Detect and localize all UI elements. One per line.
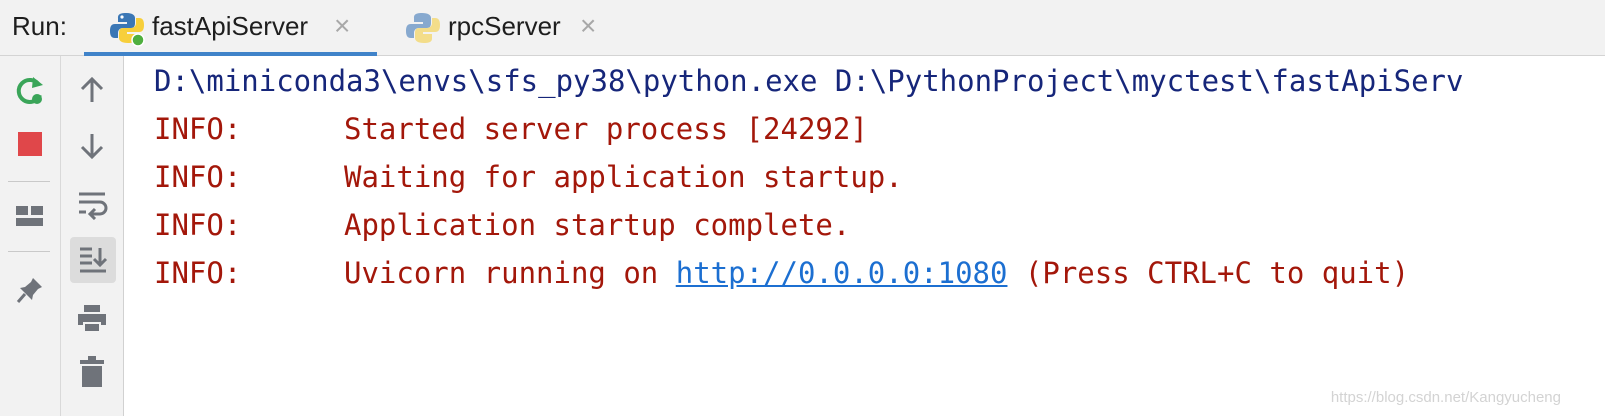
scroll-to-end-icon xyxy=(80,247,108,273)
tab-rpcserver[interactable]: rpcServer × xyxy=(404,0,614,55)
soft-wrap-icon xyxy=(79,192,108,220)
log-level: INFO: xyxy=(154,160,242,194)
toolbar-divider xyxy=(8,251,50,252)
layout-icon xyxy=(16,206,43,226)
tab-label: rpcServer xyxy=(448,11,561,41)
scroll-to-end-button[interactable] xyxy=(70,237,116,283)
console-actions-toolbar xyxy=(61,56,124,416)
log-level: INFO: xyxy=(154,112,242,146)
pin-tab-button[interactable] xyxy=(8,268,52,312)
arrow-up-icon xyxy=(80,76,104,102)
server-url-link[interactable]: http://0.0.0.0:1080 xyxy=(676,256,1008,290)
rerun-button[interactable] xyxy=(8,68,52,112)
log-message: Waiting for application startup. xyxy=(344,160,903,194)
clear-all-button[interactable] xyxy=(70,350,114,394)
python-icon xyxy=(110,13,145,47)
tab-fastapiserver[interactable]: fastApiServer × xyxy=(84,0,377,56)
soft-wrap-button[interactable] xyxy=(70,182,114,226)
console-log-line: INFO: Application startup complete. xyxy=(154,208,850,242)
arrow-down-icon xyxy=(80,134,104,160)
next-occurrence-button[interactable] xyxy=(70,124,114,168)
watermark: https://blog.csdn.net/Kangyucheng xyxy=(1330,389,1561,406)
toolbar-divider xyxy=(8,181,50,182)
console-log-line: INFO: Waiting for application startup. xyxy=(154,160,903,194)
print-icon xyxy=(78,305,106,333)
tab-label: fastApiServer xyxy=(152,11,309,41)
console-output[interactable]: D:\miniconda3\envs\sfs_py38\python.exe D… xyxy=(124,56,1605,416)
tab-close-button[interactable]: × xyxy=(580,11,596,41)
log-level: INFO: xyxy=(154,208,242,242)
print-button[interactable] xyxy=(70,296,114,340)
run-tab-bar: Run: fastApiServer × rpcServer × xyxy=(0,0,1605,56)
layout-button[interactable] xyxy=(8,194,52,238)
log-message-suffix: (Press CTRL+C to quit) xyxy=(1007,256,1410,290)
rerun-icon xyxy=(16,77,43,104)
run-tool-window-title: Run: xyxy=(12,11,67,41)
stop-icon xyxy=(18,132,42,156)
stop-button[interactable] xyxy=(8,122,52,166)
previous-occurrence-button[interactable] xyxy=(70,68,114,112)
console-log-line: INFO: Started server process [24292] xyxy=(154,112,868,146)
log-message: Uvicorn running on xyxy=(344,256,676,290)
log-message: Started server process [24292] xyxy=(344,112,868,146)
console-command-line: D:\miniconda3\envs\sfs_py38\python.exe D… xyxy=(154,64,1464,98)
pin-icon xyxy=(16,278,42,303)
python-icon xyxy=(406,13,440,43)
tab-close-button[interactable]: × xyxy=(334,11,350,41)
log-message: Application startup complete. xyxy=(344,208,851,242)
log-level: INFO: xyxy=(154,256,242,290)
trash-icon xyxy=(80,356,104,387)
console-log-line: INFO: Uvicorn running on http://0.0.0.0:1… xyxy=(154,256,1409,290)
run-actions-toolbar xyxy=(0,56,61,416)
